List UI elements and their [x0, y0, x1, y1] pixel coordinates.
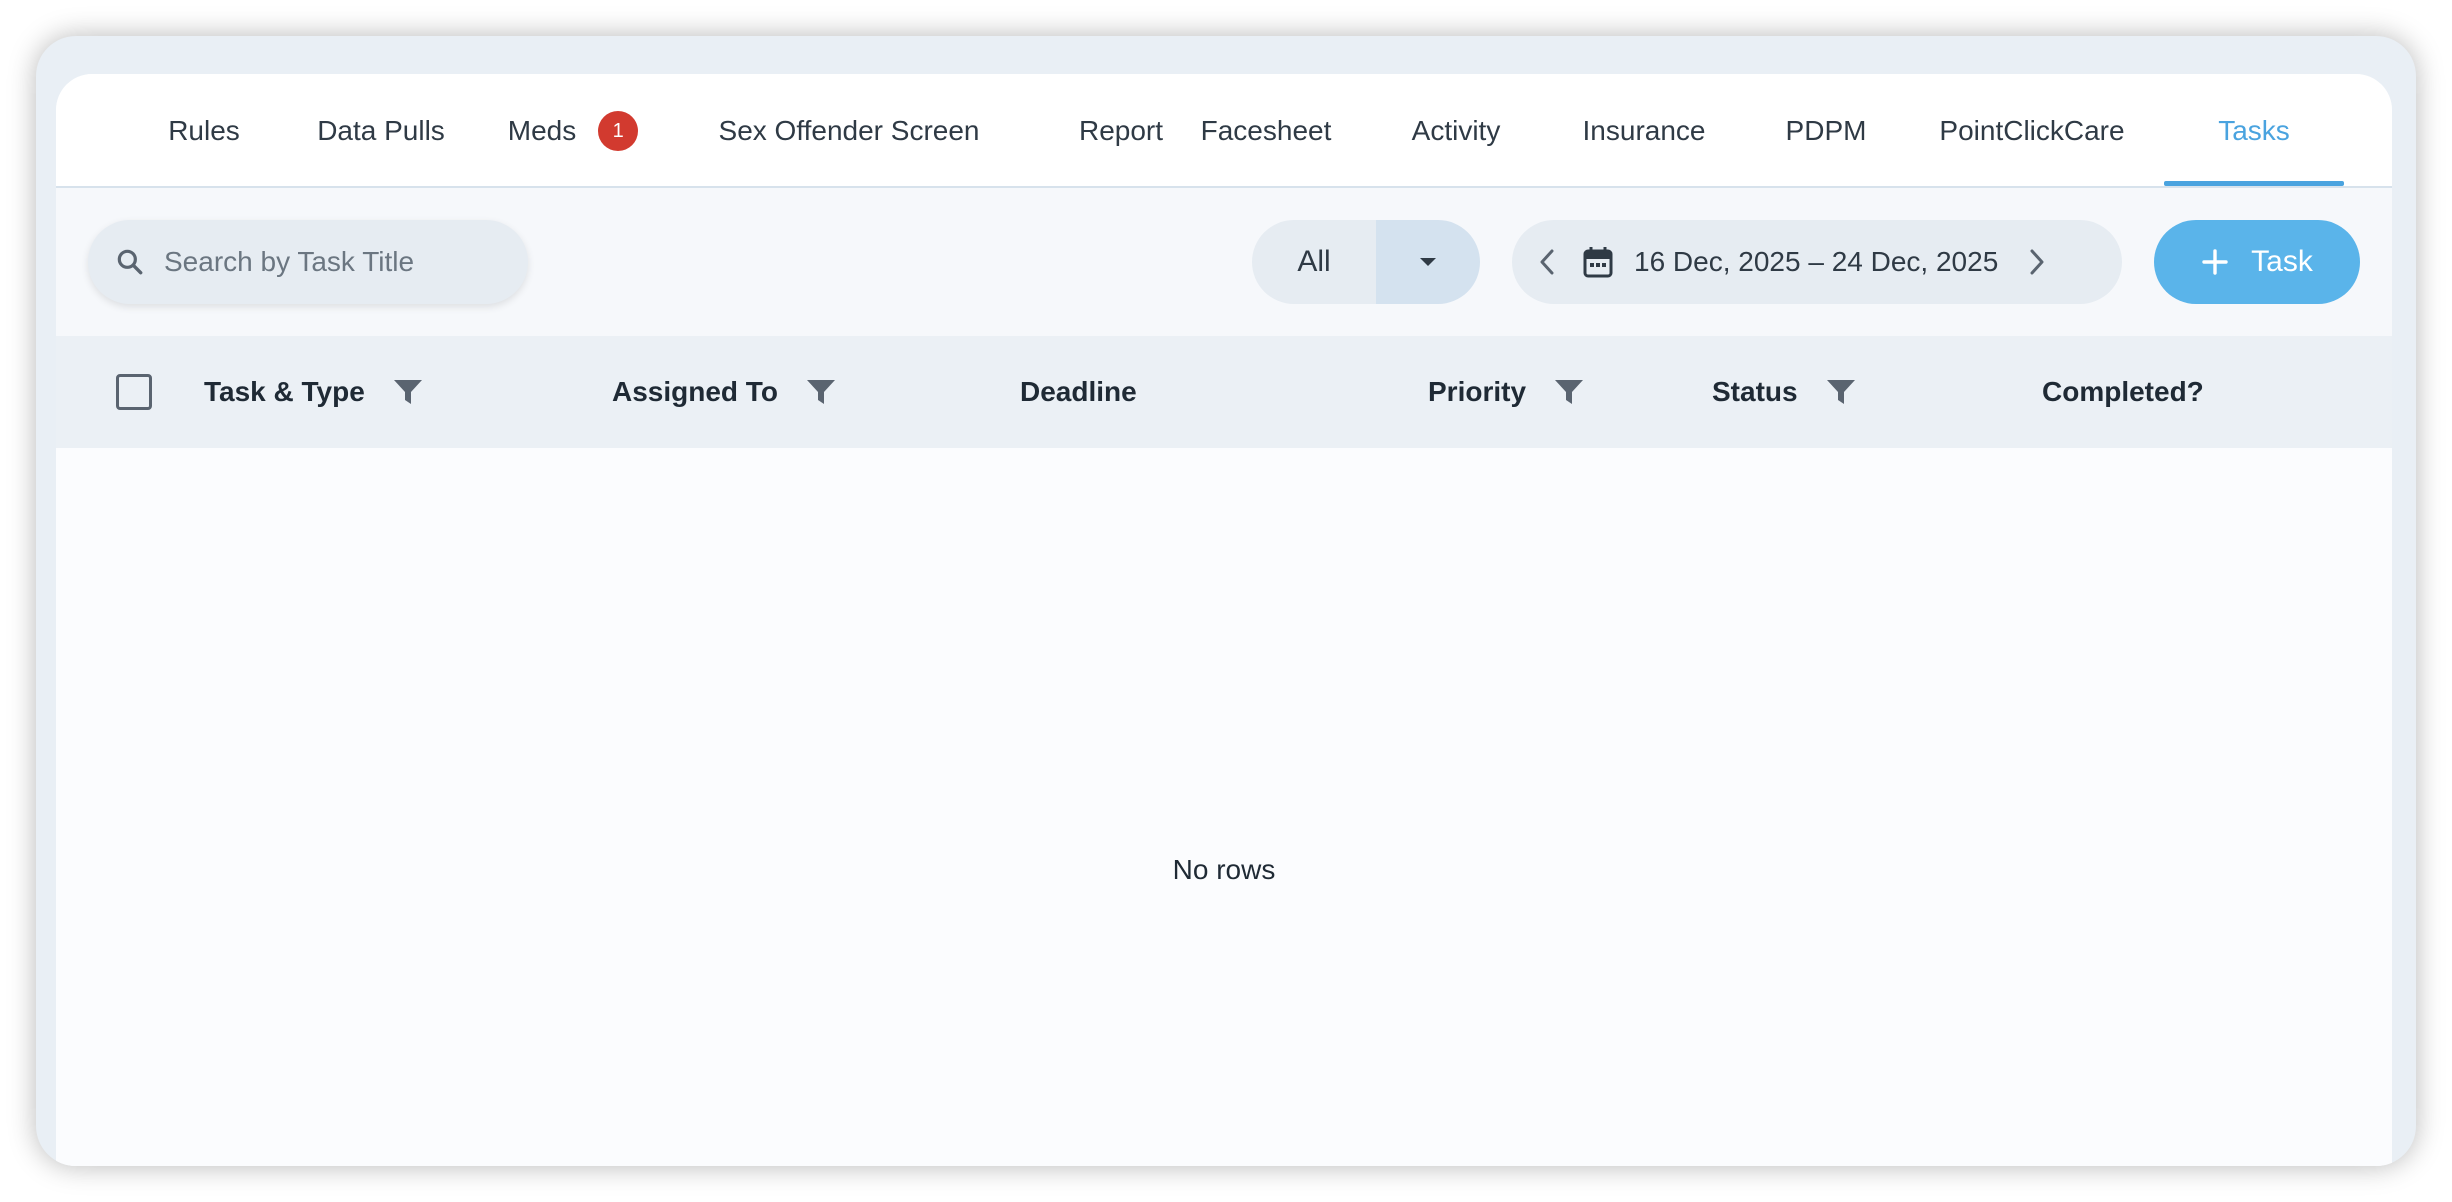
meds-count-badge: 1	[598, 111, 639, 151]
filter-dropdown-button[interactable]	[1376, 220, 1480, 304]
column-task-type[interactable]: Task & Type	[204, 336, 423, 448]
task-filter-select[interactable]: All	[1252, 220, 1480, 304]
search-box[interactable]	[88, 220, 528, 304]
tab-insurance[interactable]: Insurance	[1556, 74, 1732, 188]
column-deadline[interactable]: Deadline	[1020, 336, 1137, 448]
column-label: Assigned To	[612, 376, 778, 407]
tab-report[interactable]: Report	[1056, 74, 1186, 188]
calendar-icon	[1582, 245, 1614, 279]
tab-label: Facesheet	[1200, 115, 1332, 146]
filter-icon[interactable]	[393, 378, 423, 406]
tab-label: Meds	[507, 115, 577, 146]
tab-label: Tasks	[2218, 115, 2290, 146]
tab-facesheet[interactable]: Facesheet	[1176, 74, 1356, 188]
search-input[interactable]	[164, 246, 494, 278]
column-label: Deadline	[1020, 376, 1137, 407]
tab-label: Data Pulls	[317, 115, 445, 146]
active-tab-indicator	[2164, 181, 2344, 186]
select-all-checkbox[interactable]	[116, 374, 152, 410]
date-range-text[interactable]: 16 Dec, 2025 – 24 Dec, 2025	[1634, 246, 1998, 278]
tab-tasks[interactable]: Tasks	[2164, 74, 2344, 188]
chevron-right-icon	[2027, 247, 2047, 277]
tab-pointclickcare[interactable]: PointClickCare	[1912, 74, 2152, 188]
column-assigned-to[interactable]: Assigned To	[612, 336, 836, 448]
column-label: Priority	[1428, 376, 1527, 407]
tab-bar: Rules Data Pulls Meds 1 Sex Offender Scr…	[56, 74, 2392, 188]
empty-state-text: No rows	[1172, 854, 1276, 885]
filter-icon[interactable]	[1826, 378, 1856, 406]
date-range-picker: 16 Dec, 2025 – 24 Dec, 2025	[1512, 220, 2122, 304]
tab-pdpm[interactable]: PDPM	[1766, 74, 1886, 188]
add-task-label: Task	[2251, 245, 2313, 278]
column-completed[interactable]: Completed?	[2042, 336, 2204, 448]
table-header: Task & Type Assigned To Deadline Priorit…	[56, 336, 2392, 448]
table-body: No rows	[56, 448, 2392, 1166]
tab-label: Report	[1078, 115, 1164, 146]
tab-rules[interactable]: Rules	[144, 74, 264, 188]
tab-meds[interactable]: Meds 1	[496, 74, 650, 188]
filter-icon[interactable]	[1554, 378, 1584, 406]
column-label: Status	[1712, 376, 1798, 407]
filter-icon[interactable]	[806, 378, 836, 406]
tab-label: PDPM	[1785, 115, 1867, 146]
tab-data-pulls[interactable]: Data Pulls	[296, 74, 466, 188]
search-icon	[114, 246, 146, 278]
tab-label: Sex Offender Screen	[718, 115, 980, 146]
tab-activity[interactable]: Activity	[1386, 74, 1526, 188]
column-label: Completed?	[2042, 376, 2204, 407]
column-priority[interactable]: Priority	[1428, 336, 1584, 448]
prev-range-button[interactable]	[1512, 220, 1582, 304]
tab-sex-offender-screen[interactable]: Sex Offender Screen	[684, 74, 1014, 188]
tab-label: PointClickCare	[1939, 115, 2125, 146]
chevron-left-icon	[1537, 247, 1557, 277]
app-frame: Rules Data Pulls Meds 1 Sex Offender Scr…	[36, 36, 2416, 1166]
next-range-button[interactable]	[2002, 220, 2072, 304]
tab-label: Rules	[168, 115, 240, 146]
add-task-button[interactable]: Task	[2154, 220, 2360, 304]
caret-down-icon	[1417, 255, 1439, 269]
column-label: Task & Type	[204, 376, 365, 407]
tab-label: Activity	[1411, 115, 1501, 146]
tab-label: Insurance	[1582, 115, 1706, 146]
plus-icon	[2201, 248, 2229, 276]
filter-value[interactable]: All	[1252, 220, 1376, 304]
tasks-panel: Rules Data Pulls Meds 1 Sex Offender Scr…	[56, 74, 2392, 1166]
column-status[interactable]: Status	[1712, 336, 1856, 448]
